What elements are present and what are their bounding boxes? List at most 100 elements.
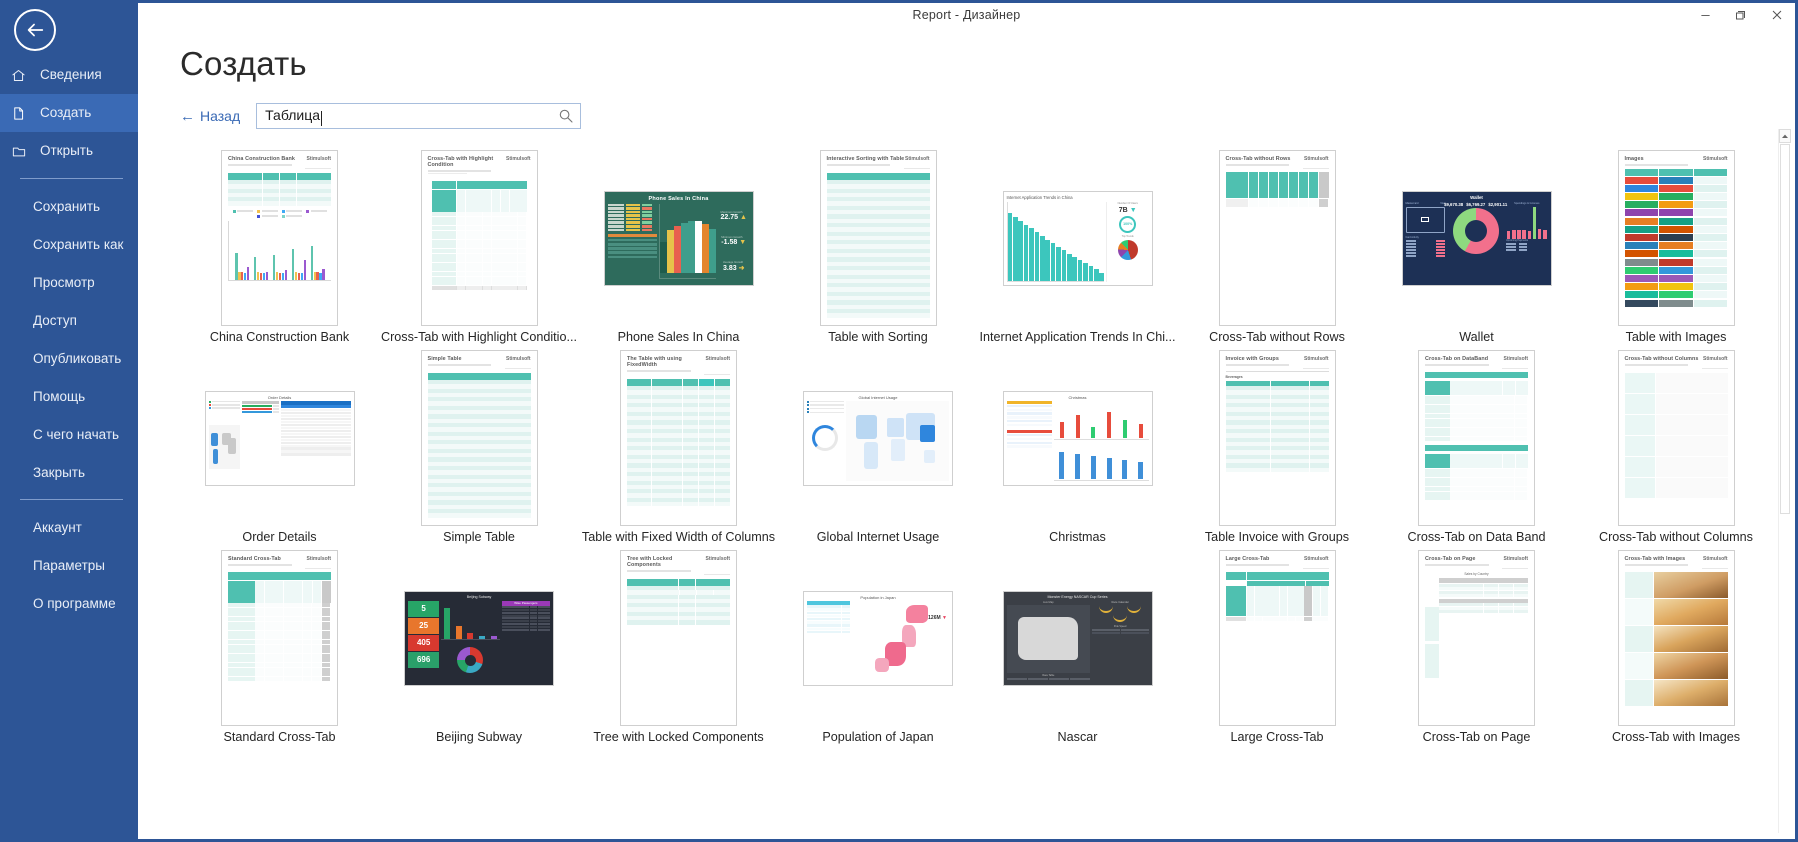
template-caption: Cross-Tab without Columns [1599,530,1753,544]
template-caption: Cross-Tab without Rows [1209,330,1345,344]
template-card[interactable]: The Table with using FixedWidth Stimulsof… [579,349,778,549]
template-caption: Christmas [1049,530,1106,544]
template-caption: Population of Japan [822,730,934,744]
sidebar-item-label: Сведения [40,67,102,83]
sidebar-item-label: Создать [40,105,92,121]
template-card[interactable]: Simple Table Stimulsoft Simple Table [380,349,579,549]
template-card[interactable]: Large Cross-Tab Stimulsoft Large Cross-Ta… [1178,549,1377,749]
sidebar-item-zakryt[interactable]: Закрыть [0,453,138,491]
template-card[interactable]: Global Internet Usage Global Internet Us… [779,349,978,549]
sidebar-item-label: Закрыть [33,464,85,480]
sidebar-item-sohranit-kak[interactable]: Сохранить как [0,225,138,263]
template-thumbnail: Order Details [204,390,355,486]
template-thumbnail: Cross-Tab with Highlight Condition Stimul… [420,150,538,326]
template-caption: Table with Images [1625,330,1727,344]
search-icon[interactable] [558,108,574,124]
template-caption: Cross-Tab on Data Band [1407,530,1546,544]
template-caption: China Construction Bank [209,330,350,344]
sidebar-item-label: О программе [33,595,116,611]
template-caption: Standard Cross-Tab [223,730,336,744]
template-card[interactable]: Population in Japan 126M ▼ Population of… [779,549,978,749]
template-card[interactable]: Cross-Tab with Highlight Condition Stimul… [380,149,579,349]
template-card[interactable]: Phone Sales In China Maximum Growth 22.7… [579,149,778,349]
sidebar-divider-top [20,178,123,179]
template-caption: Cross-Tab with Images [1611,730,1741,744]
back-button[interactable] [14,9,56,51]
template-card[interactable]: Cross-Tab on DataBand Stimulsoft Cross-T… [1377,349,1576,549]
scrollbar-thumb[interactable] [1780,144,1790,514]
template-card[interactable]: Wallet Mastercard Visa Card Activity $9,… [1377,149,1576,349]
template-caption: Order Details [242,530,317,544]
template-card[interactable]: China Construction Bank Stimulsoft China… [180,149,379,349]
template-card[interactable]: Monster Energy NASCAR Cup Series Live Ma… [978,549,1177,749]
maximize-button[interactable] [1723,3,1759,27]
template-card[interactable]: Cross-Tab on Page Stimulsoft Sales by Cou… [1377,549,1576,749]
template-card[interactable]: Cross-Tab without Columns Stimulsoft Cro… [1577,349,1776,549]
sidebar-item-label: Доступ [33,312,77,328]
sidebar-item-sohranit[interactable]: Сохранить [0,187,138,225]
template-caption: Cross-Tab with Highlight Conditio... [381,330,577,344]
template-card[interactable]: Order Details Order Details [180,349,379,549]
backstage-sidebar: Сведения Создать Открыть Сохранить Сохра… [0,0,138,842]
template-thumbnail: Cross-Tab without Rows Stimulsoft [1218,150,1336,326]
sidebar-item-otkryt[interactable]: Открыть [0,132,138,170]
scroll-up-button[interactable] [1779,129,1791,143]
window-title: Report - Дизайнер [912,8,1021,22]
template-card[interactable]: Beijing Subway 5 25 405 696 Wise Passeng… [380,549,579,749]
template-caption: Wallet [1459,330,1494,344]
sidebar-item-sozdat[interactable]: Создать [0,94,138,132]
sidebar-item-svedeniya[interactable]: Сведения [0,56,138,94]
main-content: Report - Дизайнер Создать ← Назад Таблиц… [138,0,1798,842]
back-arrow-glyph: ← [180,107,195,125]
sidebar-item-opublikovat[interactable]: Опубликовать [0,339,138,377]
template-thumbnail: Wallet Mastercard Visa Card Activity $9,… [1401,190,1552,286]
close-icon [1772,10,1782,20]
folder-icon [11,144,33,159]
sidebar-item-label: Открыть [40,143,94,159]
template-caption: Table with Fixed Width of Columns [581,530,776,544]
template-card[interactable]: Images Stimulsoft Table with Images [1577,149,1776,349]
template-caption: Internet Application Trends In Chi... [979,330,1176,344]
sidebar-item-label: Просмотр [33,274,95,290]
gallery-scrollbar[interactable] [1778,129,1791,833]
template-card[interactable]: Internet Application Trends in China Num… [978,149,1177,349]
search-input-value: Таблица [265,108,558,126]
restore-icon [1736,11,1745,20]
sidebar-item-parametry[interactable]: Параметры [0,546,138,584]
template-card[interactable]: Christmas Christmas [978,349,1177,549]
sidebar-item-s-chego-nachat[interactable]: С чего начать [0,415,138,453]
template-thumbnail: Tree with Locked Components Stimulsoft [620,550,737,726]
sidebar-item-pomosch[interactable]: Помощь [0,377,138,415]
sidebar-item-o-programme[interactable]: О программе [0,584,138,622]
template-caption: Phone Sales In China [617,330,740,344]
sidebar-item-dostup[interactable]: Доступ [0,301,138,339]
template-thumbnail: Standard Cross-Tab Stimulsoft [221,550,338,726]
template-card[interactable]: Cross-Tab with Images Stimulsoft Cross-T… [1577,549,1776,749]
close-button[interactable] [1759,3,1795,27]
template-grid: China Construction Bank Stimulsoft China… [180,149,1776,749]
search-input[interactable]: Таблица [256,103,582,129]
template-thumbnail: Simple Table Stimulsoft [420,350,538,526]
template-caption: Nascar [1057,730,1098,744]
minimize-button[interactable] [1687,3,1723,27]
window-controls [1687,3,1795,27]
template-thumbnail: Internet Application Trends in China Num… [1002,190,1153,286]
sidebar-item-prosmotr[interactable]: Просмотр [0,263,138,301]
template-card[interactable]: Standard Cross-Tab Stimulsoft Standard C… [180,549,379,749]
template-card[interactable]: Tree with Locked Components Stimulsoft T… [579,549,778,749]
sidebar-divider-bottom [20,499,123,500]
sidebar-item-akkaunt[interactable]: Аккаунт [0,508,138,546]
template-thumbnail: The Table with using FixedWidth Stimulsof… [620,350,737,526]
template-card[interactable]: Interactive Sorting with Table Stimulsoft [779,149,978,349]
document-icon [11,106,33,121]
template-thumbnail: Cross-Tab on DataBand Stimulsoft [1418,350,1535,526]
template-caption: Tree with Locked Components [593,730,764,744]
sidebar-item-label: Сохранить как [33,236,124,252]
template-card[interactable]: Cross-Tab without Rows Stimulsoft Cross-T… [1178,149,1377,349]
page-title: Создать [180,45,307,82]
template-caption: Cross-Tab on Page [1422,730,1531,744]
template-thumbnail: Population in Japan 126M ▼ [803,590,953,686]
back-link[interactable]: ← Назад [180,108,240,124]
template-card[interactable]: Invoice with GroupsStimulsoft Beverages [1178,349,1377,549]
sidebar-item-label: Опубликовать [33,350,122,366]
